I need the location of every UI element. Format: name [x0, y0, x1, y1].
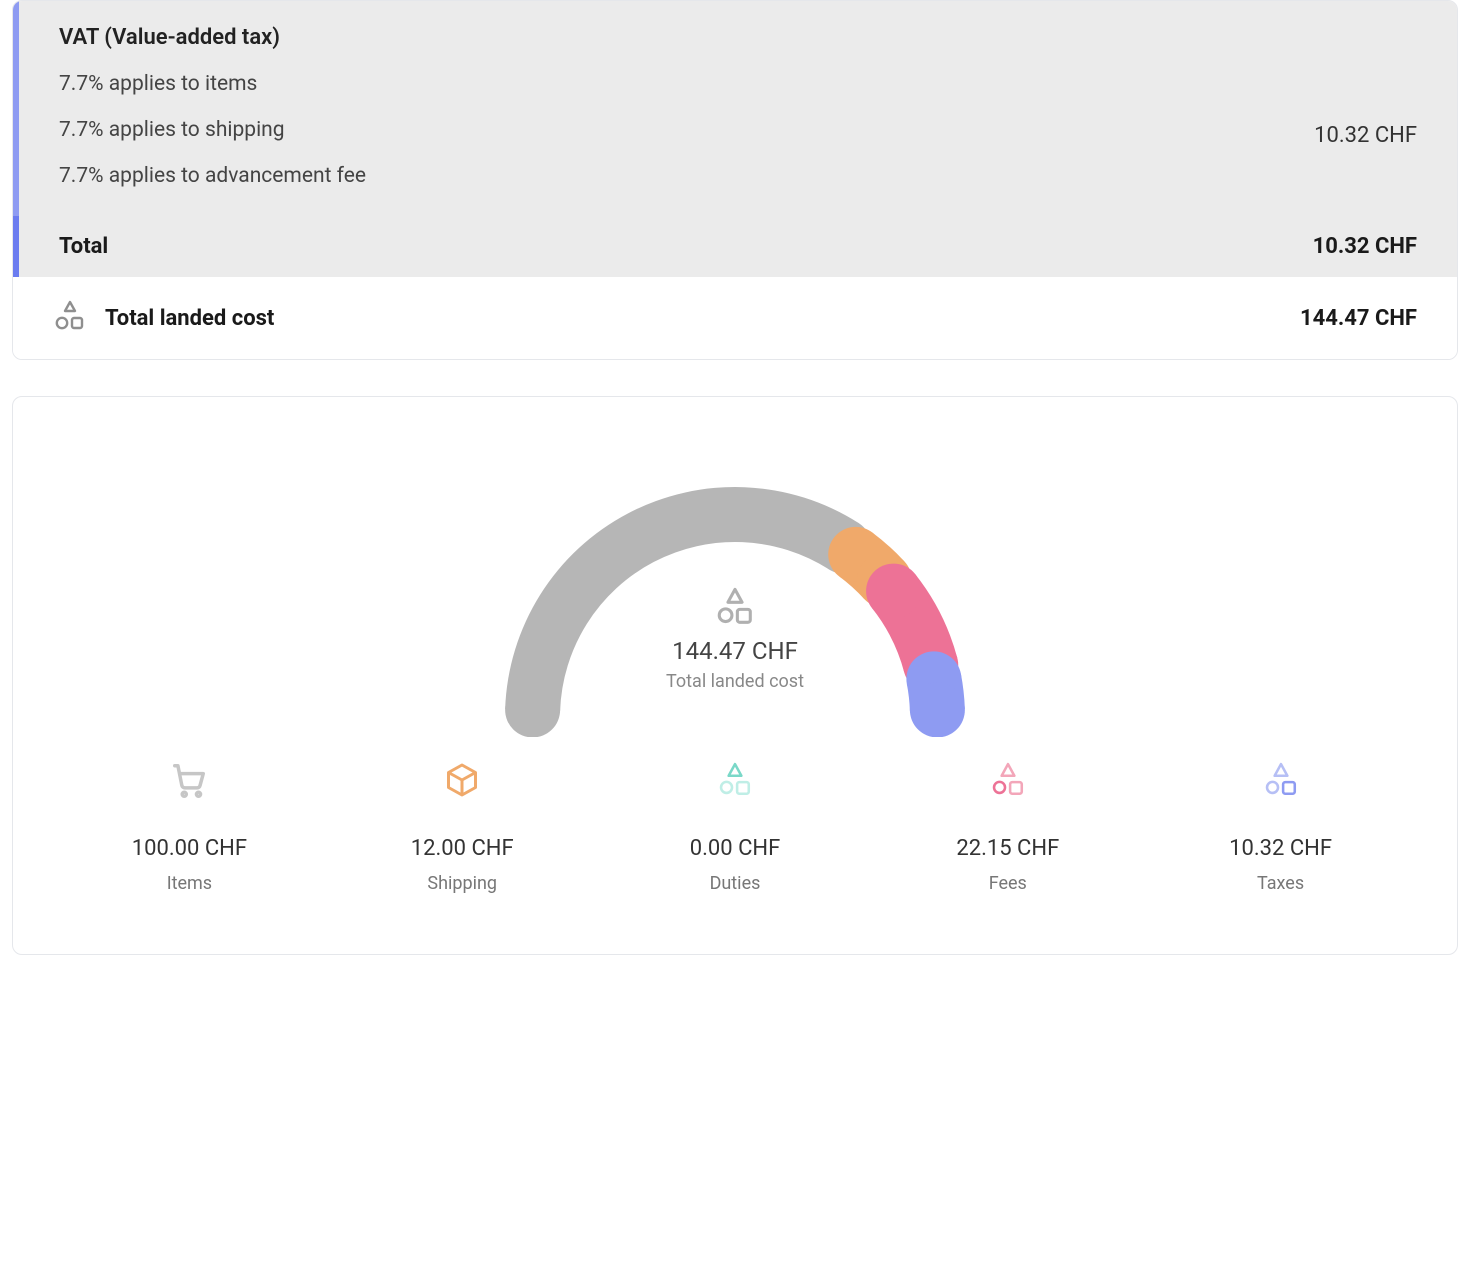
- vat-line-items: 7.7% applies to items: [59, 72, 1274, 96]
- shapes-icon: [53, 299, 87, 337]
- landed-cost-gauge: 144.47 CHF Total landed cost: [53, 437, 1417, 692]
- gauge-value: 144.47 CHF: [672, 637, 798, 665]
- metric-fees: 22.15 CHF Fees: [871, 762, 1144, 894]
- metric-duties-label: Duties: [710, 873, 761, 894]
- metric-taxes-value: 10.32 CHF: [1229, 836, 1332, 861]
- shapes-icon: [990, 762, 1026, 802]
- metric-duties: 0.00 CHF Duties: [599, 762, 872, 894]
- shapes-icon: [717, 762, 753, 802]
- metric-taxes: 10.32 CHF Taxes: [1144, 762, 1417, 894]
- metric-shipping-label: Shipping: [427, 873, 497, 894]
- tax-total-row: Total 10.32 CHF: [13, 216, 1457, 277]
- metric-taxes-label: Taxes: [1257, 873, 1304, 894]
- metrics-row: 100.00 CHF Items 12.00 CHF Shipping: [53, 762, 1417, 894]
- vat-title: VAT (Value-added tax): [59, 25, 1417, 50]
- vat-amount: 10.32 CHF: [1274, 123, 1417, 148]
- tax-total-label: Total: [59, 234, 108, 259]
- landed-cost-amount: 144.47 CHF: [1300, 306, 1417, 331]
- tax-total-amount: 10.32 CHF: [1313, 234, 1417, 259]
- cart-icon: [170, 761, 208, 803]
- metric-fees-label: Fees: [989, 873, 1027, 894]
- tax-summary-card: VAT (Value-added tax) 7.7% applies to it…: [12, 0, 1458, 360]
- landed-cost-row: Total landed cost 144.47 CHF: [13, 277, 1457, 359]
- gauge-label: Total landed cost: [666, 671, 804, 692]
- shapes-icon: [715, 587, 755, 631]
- metric-items-label: Items: [167, 873, 212, 894]
- shapes-icon: [1263, 762, 1299, 802]
- metric-fees-value: 22.15 CHF: [956, 836, 1059, 861]
- gauge-center: 144.47 CHF Total landed cost: [666, 587, 804, 692]
- vat-block: VAT (Value-added tax) 7.7% applies to it…: [13, 1, 1457, 216]
- metric-items: 100.00 CHF Items: [53, 762, 326, 894]
- vat-line-advancement: 7.7% applies to advancement fee: [59, 164, 1274, 188]
- vat-line-shipping: 7.7% applies to shipping: [59, 118, 1274, 142]
- metric-shipping-value: 12.00 CHF: [411, 836, 514, 861]
- landed-cost-label: Total landed cost: [105, 306, 274, 331]
- landed-cost-chart-card: 144.47 CHF Total landed cost 100.00 CHF …: [12, 396, 1458, 955]
- box-icon: [444, 762, 480, 802]
- metric-shipping: 12.00 CHF Shipping: [326, 762, 599, 894]
- metric-duties-value: 0.00 CHF: [690, 836, 781, 861]
- metric-items-value: 100.00 CHF: [132, 836, 247, 861]
